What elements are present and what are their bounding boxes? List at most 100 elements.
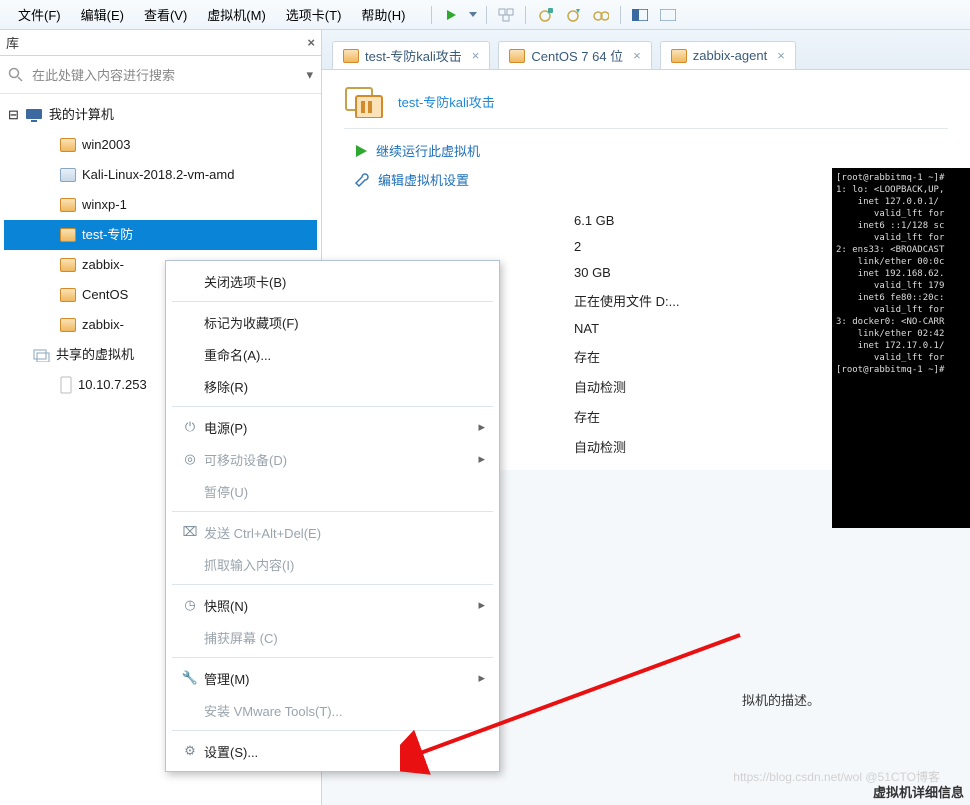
tree-item-test-selected[interactable]: test-专防 [4, 220, 317, 250]
value-usb: 存在 [574, 347, 679, 366]
search-icon [8, 67, 24, 83]
tree-item-label: Kali-Linux-2018.2-vm-amd [82, 160, 234, 190]
vm-title-row: test-专防kali攻击 [344, 84, 948, 129]
tab-centos7[interactable]: CentOS 7 64 位× [498, 41, 651, 69]
ctx-remove[interactable]: 移除(R) [166, 370, 499, 402]
value-cdrom: 正在使用文件 D:... [574, 291, 679, 310]
tab-test-kali[interactable]: test-专防kali攻击 × [332, 41, 490, 69]
tree-item-label: winxp-1 [82, 190, 127, 220]
ctx-label: 移除(R) [204, 377, 248, 396]
computer-icon [25, 108, 43, 122]
ctx-label: 抓取输入内容(I) [204, 555, 294, 574]
ctx-settings[interactable]: ⚙设置(S)... [166, 735, 499, 767]
tree-root-my-computer[interactable]: ⊟ 我的计算机 [4, 100, 317, 130]
tab-close-icon[interactable]: × [633, 48, 641, 63]
vm-icon [60, 138, 76, 152]
vm-icon [343, 49, 359, 63]
unity-button[interactable] [655, 4, 681, 26]
value-sound: 自动检测 [574, 377, 679, 396]
ctx-label: 安装 VMware Tools(T)... [204, 701, 342, 720]
ctx-pause: 暂停(U) [166, 475, 499, 507]
ctx-label: 捕获屏幕 (C) [204, 628, 278, 647]
ctx-close-tab[interactable]: 关闭选项卡(B) [166, 265, 499, 297]
tree-item-kali[interactable]: Kali-Linux-2018.2-vm-amd [4, 160, 317, 190]
tab-close-icon[interactable]: × [472, 48, 480, 63]
tab-close-icon[interactable]: × [777, 48, 785, 63]
vm-large-icon [344, 84, 384, 118]
ctx-removable-devices: ◎可移动设备(D)▸ [166, 443, 499, 475]
sidebar-close-button[interactable]: × [307, 35, 315, 50]
vm-icon [509, 49, 525, 63]
tab-label: test-专防kali攻击 [365, 46, 462, 65]
play-dropdown-caret[interactable] [466, 4, 480, 26]
toolbar-btn-1[interactable] [493, 4, 519, 26]
ctx-label: 暂停(U) [204, 482, 248, 501]
watermark-text: https://blog.csdn.net/wol @51CTO博客 [733, 768, 940, 785]
ctx-power[interactable]: ⏻电源(P)▸ [166, 411, 499, 443]
tab-zabbix-agent[interactable]: zabbix-agent × [660, 41, 796, 69]
tabs-row: test-专防kali攻击 × CentOS 7 64 位× zabbix-age… [322, 30, 970, 70]
menu-help[interactable]: 帮助(H) [351, 1, 415, 28]
search-placeholder: 在此处键入内容进行搜索 [32, 65, 175, 84]
search-dropdown-icon[interactable]: ▾ [306, 67, 313, 83]
ctx-install-tools: 安装 VMware Tools(T)... [166, 694, 499, 726]
tree-item-win2003[interactable]: win2003 [4, 130, 317, 160]
snapshot-revert-button[interactable] [560, 4, 586, 26]
vm-thumbnail-terminal[interactable]: [root@rabbitmq-1 ~]# 1: lo: <LOOPBACK,UP… [832, 168, 970, 528]
snapshot-manage-button[interactable] [588, 4, 614, 26]
submenu-arrow-icon: ▸ [478, 597, 485, 613]
tree-root-label: 我的计算机 [49, 100, 114, 130]
wrench-icon [354, 173, 370, 187]
tab-label: zabbix-agent [693, 48, 767, 63]
menu-vm[interactable]: 虚拟机(M) [197, 1, 276, 28]
ctx-grab-input: 抓取输入内容(I) [166, 548, 499, 580]
settings-icon: ⚙ [176, 743, 204, 759]
vm-icon [60, 288, 76, 302]
ctx-capture-screen: 捕获屏幕 (C) [166, 621, 499, 653]
submenu-arrow-icon: ▸ [478, 419, 485, 435]
vm-detail-values: 6.1 GB 2 30 GB 正在使用文件 D:... NAT 存在 自动检测 … [574, 207, 679, 456]
search-box[interactable]: 在此处键入内容进行搜索 ▾ [0, 56, 321, 94]
ctx-label: 关闭选项卡(B) [204, 272, 286, 291]
tree-item-label: zabbix- [82, 310, 124, 340]
value-memory: 6.1 GB [574, 213, 679, 228]
menu-edit[interactable]: 编辑(E) [71, 1, 134, 28]
ctx-separator [172, 657, 493, 658]
toolbar [427, 4, 681, 26]
menu-tabs[interactable]: 选项卡(T) [276, 1, 352, 28]
vm-icon [671, 49, 687, 63]
ctx-label: 快照(N) [204, 596, 248, 615]
tree-item-label: CentOS [82, 280, 128, 310]
ctx-label: 设置(S)... [204, 742, 258, 761]
ctx-label: 管理(M) [204, 669, 250, 688]
fullscreen-button[interactable] [627, 4, 653, 26]
tree-shared-label: 共享的虚拟机 [56, 340, 134, 370]
play-dropdown-button[interactable] [438, 4, 464, 26]
ctx-rename[interactable]: 重命名(A)... [166, 338, 499, 370]
tree-item-label: zabbix- [82, 250, 124, 280]
submenu-arrow-icon: ▸ [478, 451, 485, 467]
tree-item-label: test-专防 [82, 220, 133, 250]
snapshot-icon: ◷ [176, 597, 204, 613]
play-icon [354, 144, 368, 158]
ctx-favorite[interactable]: 标记为收藏项(F) [166, 306, 499, 338]
ctx-snapshot[interactable]: ◷快照(N) ▸ [166, 589, 499, 621]
menu-file[interactable]: 文件(F) [8, 1, 71, 28]
value-disk: 30 GB [574, 265, 679, 280]
action-continue-run[interactable]: 继续运行此虚拟机 [354, 141, 948, 160]
ctx-send-cad: ⌧发送 Ctrl+Alt+Del(E) [166, 516, 499, 548]
action-label: 编辑虚拟机设置 [378, 170, 469, 189]
ctx-label: 标记为收藏项(F) [204, 313, 299, 332]
submenu-arrow-icon: ▸ [478, 670, 485, 686]
ctx-label: 重命名(A)... [204, 345, 271, 364]
value-network: NAT [574, 321, 679, 336]
sidebar-title: 库 [6, 33, 19, 52]
menu-view[interactable]: 查看(V) [134, 1, 197, 28]
tree-item-label: win2003 [82, 130, 130, 160]
ctx-separator [172, 406, 493, 407]
tree-item-winxp[interactable]: winxp-1 [4, 190, 317, 220]
snapshot-take-button[interactable] [532, 4, 558, 26]
ctx-separator [172, 301, 493, 302]
ctx-manage[interactable]: 🔧管理(M)▸ [166, 662, 499, 694]
action-label: 继续运行此虚拟机 [376, 141, 480, 160]
